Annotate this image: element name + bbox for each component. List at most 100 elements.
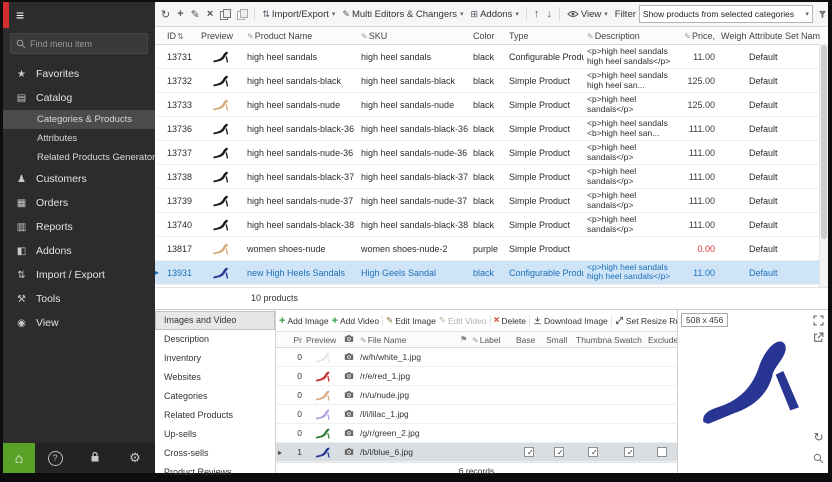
- sidebar-item-reports[interactable]: ▥Reports: [3, 215, 155, 239]
- column-header-sku[interactable]: ✎SKU: [358, 31, 470, 41]
- open-external-icon[interactable]: [812, 331, 825, 344]
- sidebar-item-addons[interactable]: ◧Addons: [3, 239, 155, 263]
- product-row[interactable]: 13740high heel sandals-black-38high heel…: [155, 213, 828, 237]
- edit-image-button[interactable]: ✎Edit Image: [386, 315, 436, 326]
- vertical-scrollbar[interactable]: [819, 44, 828, 287]
- column-header-color[interactable]: Color: [470, 31, 506, 41]
- add-video-button[interactable]: +Add Video: [332, 315, 380, 327]
- product-row[interactable]: 13817women shoes-nudewomen shoes-nude-2p…: [155, 237, 828, 261]
- tab-categories[interactable]: Categories: [155, 387, 275, 406]
- column-header-exclude[interactable]: Exclude: [646, 335, 677, 345]
- help-icon[interactable]: ?: [35, 450, 75, 466]
- refresh-preview-icon[interactable]: ↻: [812, 430, 825, 443]
- column-header-preview[interactable]: Preview: [304, 335, 342, 345]
- image-row[interactable]: 0/g/r/green_2.jpg: [276, 424, 677, 443]
- cell-type: Simple Product: [506, 172, 584, 182]
- sidebar-item-attributes[interactable]: Attributes: [3, 129, 155, 148]
- tab-inventory[interactable]: Inventory: [155, 349, 275, 368]
- product-row[interactable]: 13732high heel sandals-blackhigh heel sa…: [155, 69, 828, 93]
- sidebar-item-related-products-generator[interactable]: Related Products Generator: [3, 148, 155, 167]
- tab-cross-sells[interactable]: Cross-sells: [155, 444, 275, 463]
- sidebar-item-view[interactable]: ◉View: [3, 311, 155, 335]
- product-row[interactable]: 13733high heel sandals-nudehigh heel san…: [155, 93, 828, 117]
- small-checkbox[interactable]: ✓: [554, 447, 564, 457]
- thumbnail-checkbox[interactable]: ✓: [588, 447, 598, 457]
- image-row[interactable]: 0/w/h/white_1.jpg: [276, 348, 677, 367]
- column-header-price[interactable]: ✎Price,: [674, 31, 718, 41]
- gear-icon[interactable]: ⚙: [115, 450, 155, 466]
- sidebar-item-favorites[interactable]: ★Favorites: [3, 62, 155, 86]
- addons-menu[interactable]: ⊞Addons▾: [469, 8, 521, 21]
- import-export-menu[interactable]: ⇅Import/Export▾: [260, 8, 337, 21]
- tab-up-sells[interactable]: Up-sells: [155, 425, 275, 444]
- download-image-button[interactable]: Download Image: [533, 316, 608, 326]
- sidebar-item-catalog[interactable]: ▤Catalog: [3, 86, 155, 110]
- image-row[interactable]: 0/l/i/lilac_1.jpg: [276, 405, 677, 424]
- column-header-weight[interactable]: Weight: [718, 31, 746, 41]
- sidebar-item-customers[interactable]: ♟Customers: [3, 167, 155, 191]
- product-row[interactable]: ▸13931new High Heels SandalsHigh Geels S…: [155, 261, 828, 285]
- refresh-button[interactable]: ↻: [159, 7, 172, 22]
- image-row[interactable]: 0/r/e/red_1.jpg: [276, 367, 677, 386]
- sidebar-item-import-export[interactable]: ⇅Import / Export: [3, 263, 155, 287]
- row-expander[interactable]: ▸: [276, 448, 284, 457]
- column-header-file-name[interactable]: ✎File Name: [358, 335, 458, 345]
- shoe-thumbnail-icon: [210, 50, 232, 64]
- product-row[interactable]: 13737high heel sandals-nude-36high heel …: [155, 141, 828, 165]
- base-checkbox[interactable]: ✓: [524, 447, 534, 457]
- column-header-type[interactable]: Type: [506, 31, 584, 41]
- fullscreen-icon[interactable]: [812, 314, 825, 327]
- filters-menu[interactable]: Filters▾: [816, 8, 828, 21]
- delete-product-button[interactable]: ×: [205, 7, 215, 21]
- sort-ascending-button[interactable]: ↑: [532, 7, 542, 21]
- hamburger-menu-icon[interactable]: ≡: [16, 7, 24, 23]
- add-product-button[interactable]: +: [175, 7, 185, 21]
- column-header-label[interactable]: ✎Label: [470, 335, 514, 345]
- column-header-priority[interactable]: Pr: [284, 335, 304, 345]
- tab-product-reviews[interactable]: Product Reviews: [155, 463, 275, 482]
- product-row[interactable]: 13738high heel sandals-black-37high heel…: [155, 165, 828, 189]
- exclude-checkbox[interactable]: [657, 447, 667, 457]
- tab-related-products[interactable]: Related Products: [155, 406, 275, 425]
- copy-button[interactable]: [218, 8, 232, 21]
- image-row[interactable]: ▸1/b/l/blue_6.jpg✓✓✓✓: [276, 443, 677, 462]
- tab-description[interactable]: Description: [155, 330, 275, 349]
- multi-editors-menu[interactable]: ✎Multi Editors & Changers▾: [340, 8, 465, 21]
- cell-sku: high heel sandals-black-37: [358, 172, 470, 182]
- category-filter-select[interactable]: Show products from selected categories▾: [639, 5, 813, 23]
- edit-product-button[interactable]: ✎: [189, 7, 202, 22]
- column-header-base[interactable]: Base: [514, 335, 544, 345]
- store-icon[interactable]: ⌂: [3, 443, 35, 473]
- column-header-preview[interactable]: Preview: [198, 31, 244, 41]
- tab-images-and-video[interactable]: Images and Video: [155, 311, 275, 330]
- lock-icon[interactable]: [75, 451, 115, 466]
- image-preview-pane: 508 x 456 ↻: [677, 310, 828, 473]
- view-menu[interactable]: View▾: [565, 8, 610, 21]
- sidebar-item-tools[interactable]: ⚒Tools: [3, 287, 155, 311]
- column-header-product-name[interactable]: ✎Product Name: [244, 31, 358, 41]
- swatch-checkbox[interactable]: ✓: [624, 447, 634, 457]
- image-row[interactable]: 0/n/u/nude.jpg: [276, 386, 677, 405]
- row-expander[interactable]: ▸: [155, 268, 164, 277]
- menu-search-box[interactable]: Find menu item: [10, 33, 148, 54]
- product-row[interactable]: 13739high heel sandals-nude-37high heel …: [155, 189, 828, 213]
- column-header-description[interactable]: ✎Description: [584, 31, 674, 41]
- shoe-thumbnail-icon: [210, 194, 232, 208]
- add-image-button[interactable]: +Add Image: [279, 315, 329, 327]
- product-row[interactable]: 13736high heel sandals-black-36high heel…: [155, 117, 828, 141]
- sidebar-item-orders[interactable]: ▦Orders: [3, 191, 155, 215]
- column-header-swatch[interactable]: Swatch: [612, 335, 646, 345]
- column-header-thumbnail[interactable]: Thumbnail: [574, 335, 612, 345]
- column-header-attribute-set-name[interactable]: Attribute Set Name: [746, 31, 820, 41]
- sidebar-item-categories-products[interactable]: Categories & Products: [3, 110, 155, 129]
- sort-descending-button[interactable]: ↓: [544, 7, 554, 21]
- paste-button[interactable]: [235, 8, 249, 21]
- set-resize-rule-button[interactable]: Set Resize Rule: [615, 316, 677, 326]
- tab-websites[interactable]: Websites: [155, 368, 275, 387]
- product-row[interactable]: 13731high heel sandalshigh heel sandalsb…: [155, 45, 828, 69]
- zoom-icon[interactable]: [812, 452, 825, 465]
- delete-image-button[interactable]: ×Delete: [494, 315, 526, 326]
- column-header-small[interactable]: Small: [544, 335, 574, 345]
- column-header-id[interactable]: ID⇅: [164, 31, 198, 41]
- scrollbar-thumb[interactable]: [821, 45, 827, 239]
